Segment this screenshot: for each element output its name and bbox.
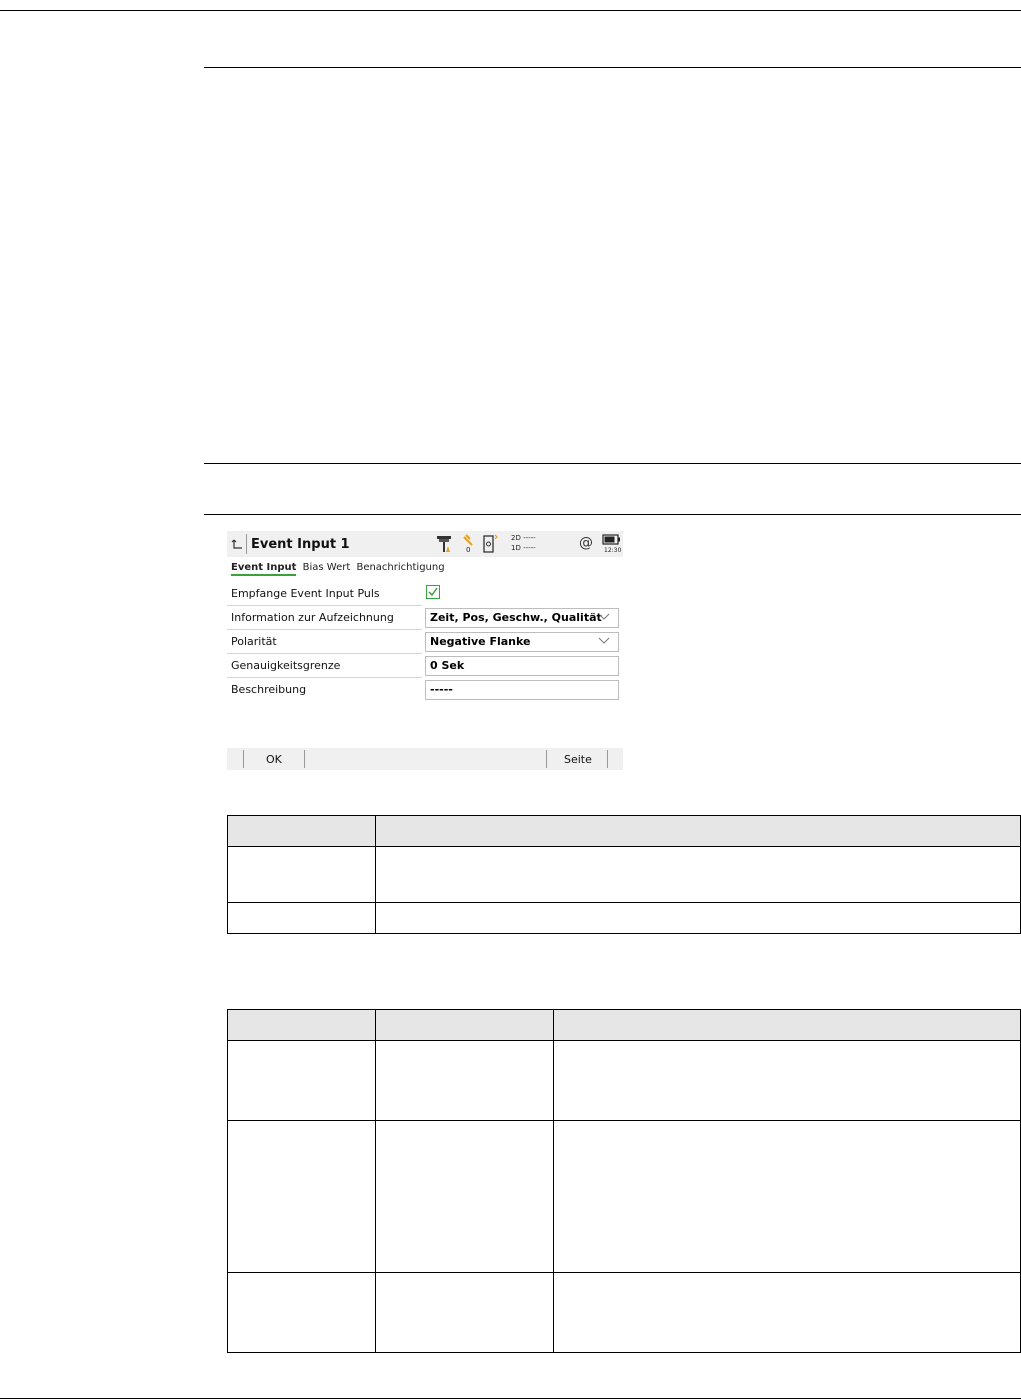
- quality-2d: 2D -----: [511, 534, 536, 542]
- table-cell: [553, 1272, 1021, 1353]
- polarity-value: Negative Flanke: [430, 635, 531, 648]
- table-row: [227, 1040, 1021, 1121]
- polarity-label: Polarität: [231, 635, 277, 648]
- softkey-separator: [243, 750, 244, 768]
- receive-pulse-row: Empfange Event Input Puls: [227, 582, 623, 606]
- table-header-row: [227, 1009, 1021, 1041]
- chevron-down-icon: [598, 613, 610, 620]
- recording-info-value: Zeit, Pos, Geschw., Qualität: [430, 611, 602, 624]
- tab-benachrichtigung[interactable]: Benachrichtigung: [356, 562, 444, 573]
- recording-info-row: Information zur Aufzeichnung Zeit, Pos, …: [227, 606, 623, 630]
- accuracy-input[interactable]: 0 Sek: [425, 656, 619, 676]
- recording-info-label: Information zur Aufzeichnung: [231, 611, 394, 624]
- section-rule-3: [204, 514, 1021, 515]
- polarity-row: Polarität Negative Flanke: [227, 630, 623, 654]
- table-cell: [553, 1120, 1021, 1273]
- description-input[interactable]: -----: [425, 680, 619, 700]
- table-header-cell: [227, 1009, 376, 1041]
- description-label: Beschreibung: [231, 683, 307, 696]
- title-separator: [246, 534, 247, 554]
- device-link-icon[interactable]: [483, 534, 499, 554]
- device-screen: Event Input 1 0 2D ----- 1D ----- @ 12:3…: [227, 531, 623, 771]
- table-cell: [375, 1120, 554, 1273]
- description-value: -----: [430, 683, 453, 696]
- recording-info-select[interactable]: Zeit, Pos, Geschw., Qualität: [425, 608, 619, 628]
- softkey-separator: [304, 750, 305, 768]
- tab-bar: Event Input Bias Wert Benachrichtigung: [231, 562, 448, 576]
- softkey-separator: [546, 750, 547, 768]
- table-cell: [227, 902, 376, 934]
- table-row: [227, 846, 1021, 903]
- tab-bias-wert[interactable]: Bias Wert: [303, 562, 351, 573]
- at-icon[interactable]: @: [579, 535, 593, 551]
- page-bottom-rule: [0, 1398, 1021, 1399]
- table-row: [227, 902, 1021, 934]
- table-header-cell: [227, 815, 376, 847]
- section-rule-2: [204, 463, 1021, 464]
- polarity-select[interactable]: Negative Flanke: [425, 632, 619, 652]
- clock-time: 12:30: [604, 547, 622, 554]
- back-arrow-icon[interactable]: [231, 537, 245, 551]
- checkmark-icon: [428, 587, 438, 597]
- table-cell: [227, 1120, 376, 1273]
- ok-button[interactable]: OK: [266, 753, 282, 766]
- table-header-row: [227, 815, 1021, 847]
- softkey-separator: [607, 750, 608, 768]
- accuracy-value: 0 Sek: [430, 659, 465, 672]
- table-cell: [375, 1040, 554, 1121]
- receive-pulse-checkbox[interactable]: [426, 585, 440, 599]
- table-cell: [553, 1040, 1021, 1121]
- table-row: [227, 1272, 1021, 1353]
- title-bar: Event Input 1 0 2D ----- 1D ----- @ 12:3…: [227, 531, 623, 557]
- quality-1d: 1D -----: [511, 544, 536, 552]
- table-cell: [227, 846, 376, 903]
- table-cell: [227, 1272, 376, 1353]
- chevron-down-icon: [598, 637, 610, 644]
- battery-icon[interactable]: [602, 534, 621, 545]
- table-cell: [375, 1272, 554, 1353]
- table-cell: [375, 902, 1021, 934]
- accuracy-label: Genauigkeitsgrenze: [231, 659, 341, 672]
- page-title: Event Input 1: [251, 537, 350, 552]
- page-button[interactable]: Seite: [564, 753, 592, 766]
- section-rule-1: [204, 67, 1021, 68]
- table-header-cell: [375, 815, 1021, 847]
- table-header-cell: [553, 1009, 1021, 1041]
- accuracy-row: Genauigkeitsgrenze 0 Sek: [227, 654, 623, 678]
- table-cell: [375, 846, 1021, 903]
- satellite-icon[interactable]: [462, 534, 474, 546]
- table-header-cell: [375, 1009, 554, 1041]
- page-top-rule: [0, 10, 1021, 11]
- field-description-table: [227, 1009, 1021, 1353]
- table-cell: [227, 1040, 376, 1121]
- description-row: Beschreibung -----: [227, 678, 623, 702]
- table-row: [227, 1120, 1021, 1273]
- softkey-bar: OK Seite: [227, 748, 623, 770]
- receiver-icon[interactable]: [436, 534, 452, 554]
- softkey-description-table: [227, 815, 1021, 934]
- tab-event-input[interactable]: Event Input: [231, 562, 297, 576]
- satellite-count: 0: [466, 546, 471, 554]
- receive-pulse-label: Empfange Event Input Puls: [231, 587, 380, 600]
